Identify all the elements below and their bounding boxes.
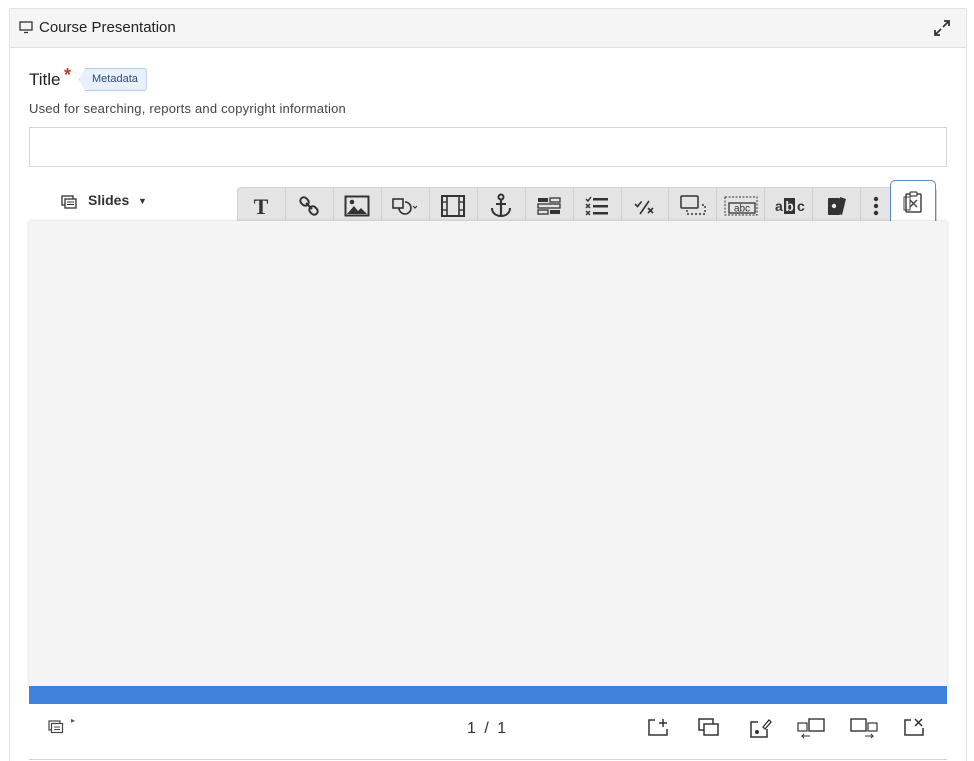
- slides-label: Slides: [88, 192, 130, 208]
- slide-list-icon[interactable]: [48, 720, 64, 739]
- svg-text:abc: abc: [734, 203, 750, 214]
- text-icon[interactable]: T: [238, 188, 286, 223]
- paste-icon[interactable]: [890, 180, 937, 223]
- move-slide-right-icon[interactable]: [849, 717, 879, 744]
- title-input[interactable]: [29, 127, 947, 167]
- title-label: Title: [29, 70, 61, 89]
- move-slide-left-icon[interactable]: [796, 717, 826, 744]
- caret-right-icon[interactable]: ▸: [71, 716, 75, 725]
- slide-background-icon[interactable]: [749, 717, 773, 744]
- add-slide-icon[interactable]: [647, 717, 669, 742]
- link-icon[interactable]: [286, 188, 334, 223]
- expand-icon[interactable]: [932, 18, 952, 43]
- image-icon[interactable]: [334, 188, 382, 223]
- video-icon[interactable]: [430, 188, 478, 223]
- dialog-cards-icon[interactable]: [813, 188, 862, 223]
- monitor-icon: [19, 21, 33, 39]
- drag-text-icon[interactable]: [526, 188, 574, 223]
- divider: [29, 759, 947, 760]
- required-marker: *: [64, 65, 72, 85]
- panel-header: Course Presentation: [10, 9, 966, 48]
- content-toolbar: T abc abc: [237, 180, 937, 223]
- page-counter: 1 / 1: [467, 720, 509, 737]
- slides-icon: [61, 195, 77, 214]
- svg-text:b: b: [785, 198, 794, 214]
- single-choice-icon[interactable]: [574, 188, 622, 223]
- more-icon[interactable]: [861, 188, 890, 223]
- svg-text:T: T: [254, 195, 269, 217]
- metadata-button[interactable]: Metadata: [79, 68, 147, 91]
- shapes-icon[interactable]: [382, 188, 430, 223]
- mark-words-icon[interactable]: abc: [765, 188, 814, 223]
- go-to-slide-icon[interactable]: [478, 188, 526, 223]
- delete-slide-icon[interactable]: [903, 717, 925, 742]
- title-description: Used for searching, reports and copyrigh…: [29, 101, 346, 116]
- svg-text:c: c: [797, 198, 805, 214]
- summary-icon[interactable]: [669, 188, 718, 223]
- chevron-down-icon: ▼: [138, 196, 147, 206]
- svg-text:a: a: [775, 198, 783, 214]
- true-false-icon[interactable]: [622, 188, 670, 223]
- slide-canvas[interactable]: [29, 221, 947, 686]
- panel-title: Course Presentation: [39, 19, 176, 36]
- slide-progress-bar[interactable]: [29, 686, 947, 704]
- clone-slide-icon[interactable]: [697, 717, 721, 742]
- course-presentation-panel: Course Presentation Title * Metadata Use…: [9, 8, 967, 761]
- fill-blanks-icon[interactable]: abc: [717, 188, 766, 223]
- slide-footer: ▸ 1 / 1: [29, 704, 947, 748]
